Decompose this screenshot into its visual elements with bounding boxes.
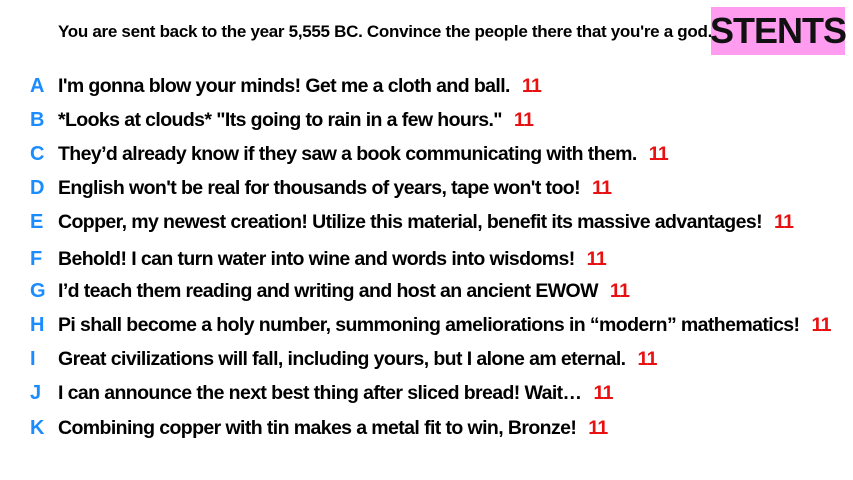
response-row: A I'm gonna blow your minds! Get me a cl… xyxy=(0,75,853,103)
response-row: I Great civilizations will fall, includi… xyxy=(0,348,853,376)
response-text: I'm gonna blow your minds! Get me a clot… xyxy=(58,75,542,97)
response-letter: C xyxy=(30,143,44,165)
response-score: 11 xyxy=(588,417,608,439)
response-row: C They’d already know if they saw a book… xyxy=(0,143,853,171)
response-text: Great civilizations will fall, including… xyxy=(58,348,657,370)
response-score: 11 xyxy=(591,177,612,199)
response-letter: E xyxy=(30,211,43,233)
response-row: D English won't be real for thousands of… xyxy=(0,177,853,205)
response-row: J I can announce the next best thing aft… xyxy=(0,382,853,410)
response-letter: H xyxy=(30,314,44,336)
response-score: 11 xyxy=(811,314,831,336)
response-row: K Combining copper with tin makes a meta… xyxy=(0,417,853,445)
response-text: They’d already know if they saw a book c… xyxy=(58,143,669,165)
response-list: A I'm gonna blow your minds! Get me a cl… xyxy=(0,0,853,480)
response-text: *Looks at clouds* "Its going to rain in … xyxy=(58,109,534,131)
response-row: H Pi shall become a holy number, summoni… xyxy=(0,314,853,342)
response-text: I’d teach them reading and writing and h… xyxy=(58,280,630,302)
response-text: Pi shall become a holy number, summoning… xyxy=(58,314,831,336)
response-score: 11 xyxy=(521,75,542,97)
response-letter: B xyxy=(30,109,44,131)
response-score: 11 xyxy=(586,248,607,270)
response-text: Behold! I can turn water into wine and w… xyxy=(58,248,607,270)
response-score: 11 xyxy=(609,280,630,302)
response-row: F Behold! I can turn water into wine and… xyxy=(0,248,853,276)
response-text: Combining copper with tin makes a metal … xyxy=(58,417,608,439)
response-letter: G xyxy=(30,280,46,302)
response-letter: J xyxy=(30,382,41,404)
response-score: 11 xyxy=(637,348,657,370)
response-text: I can announce the next best thing after… xyxy=(58,382,614,404)
response-row: E Copper, my newest creation! Utilize th… xyxy=(0,211,853,239)
response-row: G I’d teach them reading and writing and… xyxy=(0,280,853,308)
response-score: 11 xyxy=(593,382,613,404)
response-letter: K xyxy=(30,417,44,439)
response-row: B *Looks at clouds* "Its going to rain i… xyxy=(0,109,853,137)
response-letter: F xyxy=(30,248,42,270)
response-score: 11 xyxy=(513,109,534,131)
response-text: English won't be real for thousands of y… xyxy=(58,177,612,199)
response-letter: I xyxy=(30,348,36,370)
response-letter: D xyxy=(30,177,44,199)
response-score: 11 xyxy=(773,211,794,233)
response-text: Copper, my newest creation! Utilize this… xyxy=(58,211,794,233)
response-score: 11 xyxy=(648,143,669,165)
response-letter: A xyxy=(30,75,44,97)
